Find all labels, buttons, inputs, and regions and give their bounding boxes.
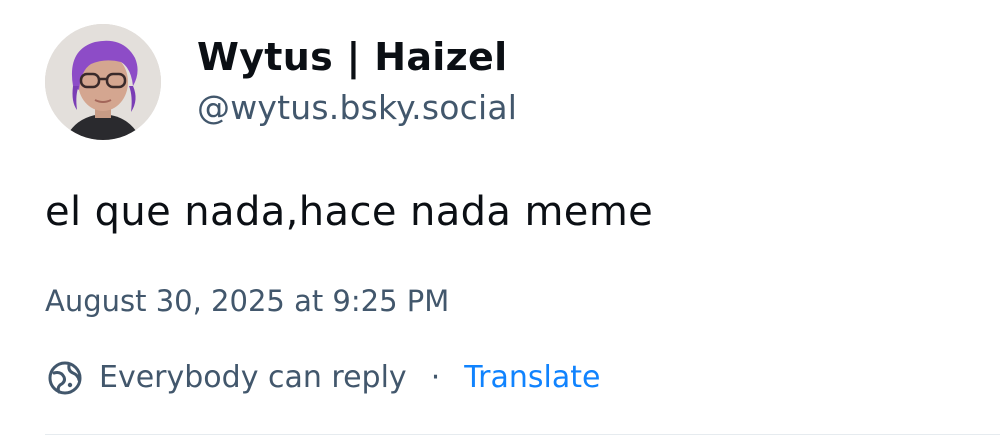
translate-link[interactable]: Translate xyxy=(464,358,600,398)
reply-setting-label[interactable]: Everybody can reply xyxy=(99,358,407,398)
separator-dot: · xyxy=(430,360,441,395)
globe-icon xyxy=(45,358,85,398)
author-names: Wytus | Haizel @wytus.bsky.social xyxy=(197,34,517,130)
author-display-name[interactable]: Wytus | Haizel xyxy=(197,34,517,80)
post-text: el que nada,hace nada meme xyxy=(45,189,654,235)
avatar[interactable] xyxy=(45,24,161,140)
post-timestamp[interactable]: August 30, 2025 at 9:25 PM xyxy=(45,281,449,321)
divider xyxy=(45,434,1000,435)
author-handle[interactable]: @wytus.bsky.social xyxy=(197,86,517,130)
post-header: Wytus | Haizel @wytus.bsky.social xyxy=(45,24,517,140)
post-footer: Everybody can reply · Translate xyxy=(45,358,600,398)
post-card: Wytus | Haizel @wytus.bsky.social el que… xyxy=(0,0,1000,437)
avatar-photo-icon xyxy=(45,24,161,140)
